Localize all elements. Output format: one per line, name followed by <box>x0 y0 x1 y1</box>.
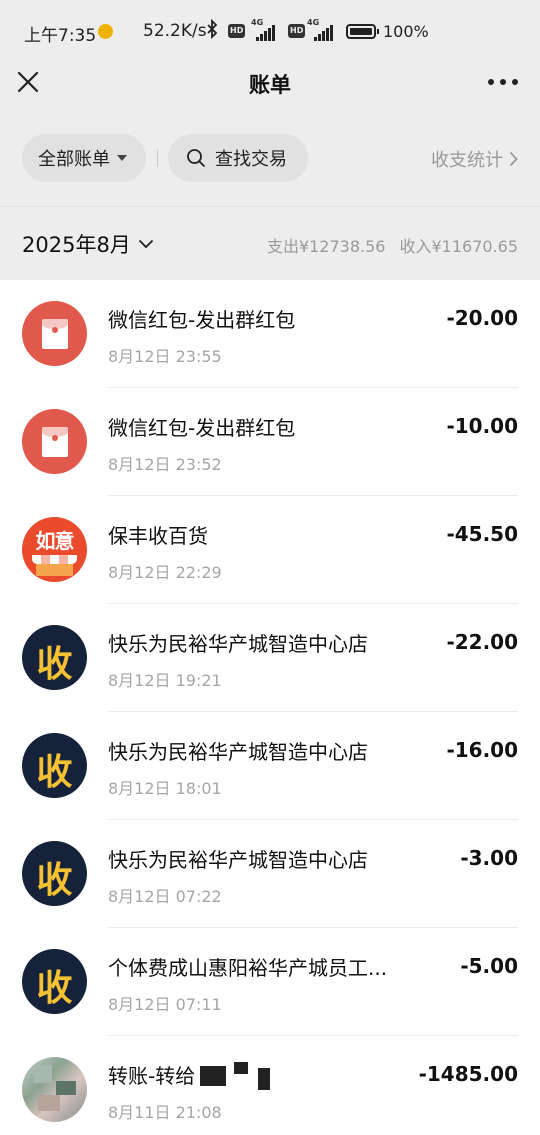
shou-icon: 收 <box>22 841 87 906</box>
signal-icon <box>314 22 334 41</box>
transaction-title: 保丰收百货 <box>108 524 208 548</box>
transaction-amount: -20.00 <box>446 306 518 330</box>
transaction-amount: -3.00 <box>460 846 518 870</box>
month-header: 2025年8月 支出¥12738.56 收入¥11670.65 <box>0 206 540 280</box>
ruyi-store-icon: 如意 <box>22 517 87 582</box>
battery-icon <box>346 24 379 39</box>
redacted-name <box>200 1062 370 1090</box>
month-income: 收入¥11670.65 <box>399 237 518 256</box>
transaction-amount: -45.50 <box>446 522 518 546</box>
filter-bar: 全部账单 查找交易 收支统计 <box>0 108 540 206</box>
month-summary: 支出¥12738.56 收入¥11670.65 <box>267 233 518 257</box>
shou-icon: 收 <box>22 625 87 690</box>
month-expense: 支出¥12738.56 <box>266 237 386 256</box>
list-item[interactable]: 收 快乐为民裕华产城智造中心店 8月12日 19:21 -22.00 <box>0 604 540 712</box>
shou-logo-text: 收 <box>36 752 73 793</box>
app-badge-icon <box>98 24 113 39</box>
nav-bar: 账单 <box>0 62 540 108</box>
all-bills-label: 全部账单 <box>38 149 110 170</box>
red-packet-icon <box>22 409 87 474</box>
search-transactions-button[interactable]: 查找交易 <box>168 134 308 182</box>
transaction-title: 个体费成山惠阳裕华产城员工... <box>108 956 388 980</box>
shou-logo-text: 收 <box>36 860 73 901</box>
transaction-time: 8月12日 07:22 <box>108 887 222 906</box>
transaction-time: 8月12日 19:21 <box>108 671 222 690</box>
transaction-amount: -10.00 <box>446 414 518 438</box>
transaction-amount: -5.00 <box>460 954 518 978</box>
shou-icon: 收 <box>22 733 87 798</box>
transaction-time: 8月12日 07:11 <box>108 995 222 1014</box>
red-packet-icon <box>22 301 87 366</box>
search-icon <box>187 149 205 167</box>
transaction-amount: -16.00 <box>446 738 518 762</box>
transaction-title: 微信红包-发出群红包 <box>108 416 296 440</box>
transaction-time: 8月12日 22:29 <box>108 563 222 582</box>
shou-icon: 收 <box>22 949 87 1014</box>
shou-logo-text: 收 <box>36 644 73 685</box>
status-time: 上午7:35 <box>24 26 97 46</box>
more-dots-icon[interactable] <box>486 68 520 96</box>
list-item[interactable]: 收 快乐为民裕华产城智造中心店 8月12日 18:01 -16.00 <box>0 712 540 820</box>
signal-icon <box>256 22 276 41</box>
transaction-list: 微信红包-发出群红包 8月12日 23:55 -20.00 微信红包-发出群红包… <box>0 280 540 1135</box>
transaction-title: 快乐为民裕华产城智造中心店 <box>108 740 368 764</box>
network-speed: 52.2K/s <box>143 21 207 41</box>
month-selector[interactable]: 2025年8月 <box>22 229 154 259</box>
chevron-down-icon <box>138 239 153 249</box>
search-label: 查找交易 <box>215 149 287 170</box>
divider <box>157 149 158 167</box>
transaction-time: 8月12日 18:01 <box>108 779 222 798</box>
month-label: 2025年8月 <box>22 233 131 257</box>
transaction-time: 8月12日 23:55 <box>108 347 222 366</box>
hd-icon: HD <box>228 24 246 38</box>
battery-percent: 100% <box>383 22 429 41</box>
list-item[interactable]: 收 个体费成山惠阳裕华产城员工... 8月12日 07:11 -5.00 <box>0 928 540 1036</box>
stats-link[interactable]: 收支统计 <box>431 146 518 172</box>
status-bar: 上午7:35 52.2K/s HD 4G HD 4G 100% <box>0 0 540 62</box>
transaction-amount: -1485.00 <box>418 1062 518 1086</box>
list-item[interactable]: 收 快乐为民裕华产城智造中心店 8月12日 07:22 -3.00 <box>0 820 540 928</box>
list-item[interactable]: 转账-转给 8月11日 21:08 -1485.00 <box>0 1036 540 1135</box>
list-item[interactable]: 如意 保丰收百货 8月12日 22:29 -45.50 <box>0 496 540 604</box>
list-item[interactable]: 微信红包-发出群红包 8月12日 23:52 -10.00 <box>0 388 540 496</box>
transaction-title: 微信红包-发出群红包 <box>108 308 296 332</box>
hd-icon: HD <box>288 24 306 38</box>
ruyi-logo-text: 如意 <box>35 529 75 553</box>
user-avatar <box>22 1057 87 1122</box>
transaction-time: 8月11日 21:08 <box>108 1103 222 1122</box>
transaction-time: 8月12日 23:52 <box>108 455 222 474</box>
page-title: 账单 <box>249 73 291 97</box>
shou-logo-text: 收 <box>36 968 73 1009</box>
caret-down-icon <box>117 155 127 161</box>
transaction-title: 快乐为民裕华产城智造中心店 <box>108 848 368 872</box>
stats-label: 收支统计 <box>431 150 503 171</box>
transaction-amount: -22.00 <box>446 630 518 654</box>
list-item[interactable]: 微信红包-发出群红包 8月12日 23:55 -20.00 <box>0 280 540 388</box>
all-bills-dropdown[interactable]: 全部账单 <box>22 134 146 182</box>
chevron-right-icon <box>509 151 518 167</box>
transaction-title: 快乐为民裕华产城智造中心店 <box>108 632 368 656</box>
bluetooth-icon <box>206 18 218 44</box>
